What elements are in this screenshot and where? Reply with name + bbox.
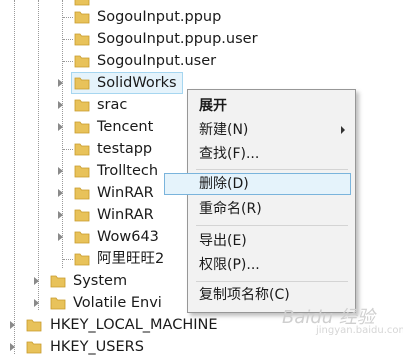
folder-icon: [50, 297, 66, 310]
tree-item[interactable]: SogouInput.ppup.user: [0, 28, 300, 50]
menu-item-label: 权限(P)...: [199, 257, 260, 273]
tree-item-label: Trolltech: [97, 163, 159, 179]
folder-icon: [74, 209, 90, 222]
tree-item-label: Wow643: [97, 229, 159, 245]
folder-icon: [74, 231, 90, 244]
folder-icon: [74, 253, 90, 266]
folder-icon: [26, 341, 42, 354]
folder-icon: [74, 11, 90, 24]
tree-item-label: System: [73, 273, 128, 289]
menu-item-label: 导出(E): [199, 233, 247, 249]
tree-item-label: HKEY_LOCAL_MACHINE: [50, 317, 218, 333]
expand-arrow-icon[interactable]: [58, 189, 63, 197]
tree-item-label: testapp: [97, 141, 153, 157]
menu-separator: [196, 225, 348, 226]
menu-item-find[interactable]: 查找(F)...: [188, 143, 355, 165]
menu-separator: [196, 169, 348, 170]
tree-item[interactable]: Trolltech: [0, 160, 187, 182]
tree-item-label: 阿里旺旺2: [97, 251, 165, 267]
expand-arrow-icon[interactable]: [58, 101, 63, 109]
submenu-arrow-icon: [341, 126, 345, 134]
menu-item-label: 删除(D): [199, 176, 249, 192]
menu-item-label: 重命名(R): [199, 201, 262, 217]
folder-icon: [26, 319, 42, 332]
folder-icon: [74, 121, 90, 134]
tree-item[interactable]: testapp: [0, 138, 190, 160]
menu-item-new[interactable]: 新建(N): [188, 119, 355, 141]
menu-item-label: 复制项名称(C): [199, 287, 290, 303]
folder-icon: [74, 99, 90, 112]
tree-item-label: Volatile Envi: [73, 295, 162, 311]
tree-item-label: SogouInput.user: [97, 53, 217, 69]
expand-arrow-icon[interactable]: [10, 343, 15, 351]
menu-item-label: 查找(F)...: [199, 146, 260, 162]
menu-item-delete[interactable]: 删除(D): [164, 173, 355, 195]
tree-item-label: HKEY_USERS: [50, 339, 144, 355]
folder-icon: [50, 275, 66, 288]
expand-arrow-icon[interactable]: [58, 79, 63, 87]
tree-item-label: srac: [97, 97, 128, 113]
context-menu: 展开 新建(N) 查找(F)... 删除(D) 重命名(R) 导出(E) 权限(…: [164, 89, 356, 313]
folder-icon: [74, 143, 90, 156]
tree-item-label: SolidWorks: [97, 75, 177, 91]
expand-arrow-icon[interactable]: [10, 321, 15, 329]
tree-item-label: Tencent: [97, 119, 154, 135]
tree-item-label: WinRAR: [97, 185, 154, 201]
expand-arrow-icon[interactable]: [34, 277, 39, 285]
expand-arrow-icon[interactable]: [34, 299, 39, 307]
menu-item-permissions[interactable]: 权限(P)...: [188, 254, 355, 276]
tree-item[interactable]: WinRAR: [0, 204, 187, 226]
folder-icon: [74, 165, 90, 178]
tree-item-hku[interactable]: HKEY_USERS: [0, 336, 300, 358]
menu-separator: [196, 281, 348, 282]
tree-item[interactable]: srac: [0, 94, 190, 116]
expand-arrow-icon[interactable]: [58, 211, 63, 219]
expand-arrow-icon[interactable]: [58, 123, 63, 131]
tree-item[interactable]: WinRAR: [0, 182, 187, 204]
tree-item[interactable]: SogouInput.ppup: [0, 6, 300, 28]
expand-arrow-icon[interactable]: [58, 167, 63, 175]
folder-icon: [74, 187, 90, 200]
tree-item[interactable]: Volatile Envi: [0, 292, 187, 314]
expand-arrow-icon[interactable]: [58, 233, 63, 241]
tree-item[interactable]: Tencent: [0, 116, 190, 138]
folder-icon: [74, 55, 90, 68]
tree-item-label: WinRAR: [97, 207, 154, 223]
menu-item-expand[interactable]: 展开: [188, 95, 355, 117]
tree-item[interactable]: SogouInput.user: [0, 50, 300, 72]
tree-item-hklm[interactable]: HKEY_LOCAL_MACHINE: [0, 314, 300, 336]
tree-item[interactable]: Wow643: [0, 226, 187, 248]
watermark-url: jingyan.baidu.com: [316, 325, 403, 336]
folder-icon: [74, 33, 90, 46]
tree-item-label: SogouInput.ppup: [97, 9, 222, 25]
menu-item-rename[interactable]: 重命名(R): [188, 198, 355, 220]
tree-item[interactable]: 阿里旺旺2: [0, 248, 187, 270]
folder-icon: [74, 77, 90, 90]
menu-item-label: 新建(N): [199, 122, 249, 138]
tree-item-label: SogouInput.ppup.user: [97, 31, 258, 47]
menu-item-label: 展开: [199, 98, 227, 114]
menu-item-hover-highlight: [164, 173, 351, 195]
menu-item-export[interactable]: 导出(E): [188, 230, 355, 252]
tree-item[interactable]: System: [0, 270, 187, 292]
